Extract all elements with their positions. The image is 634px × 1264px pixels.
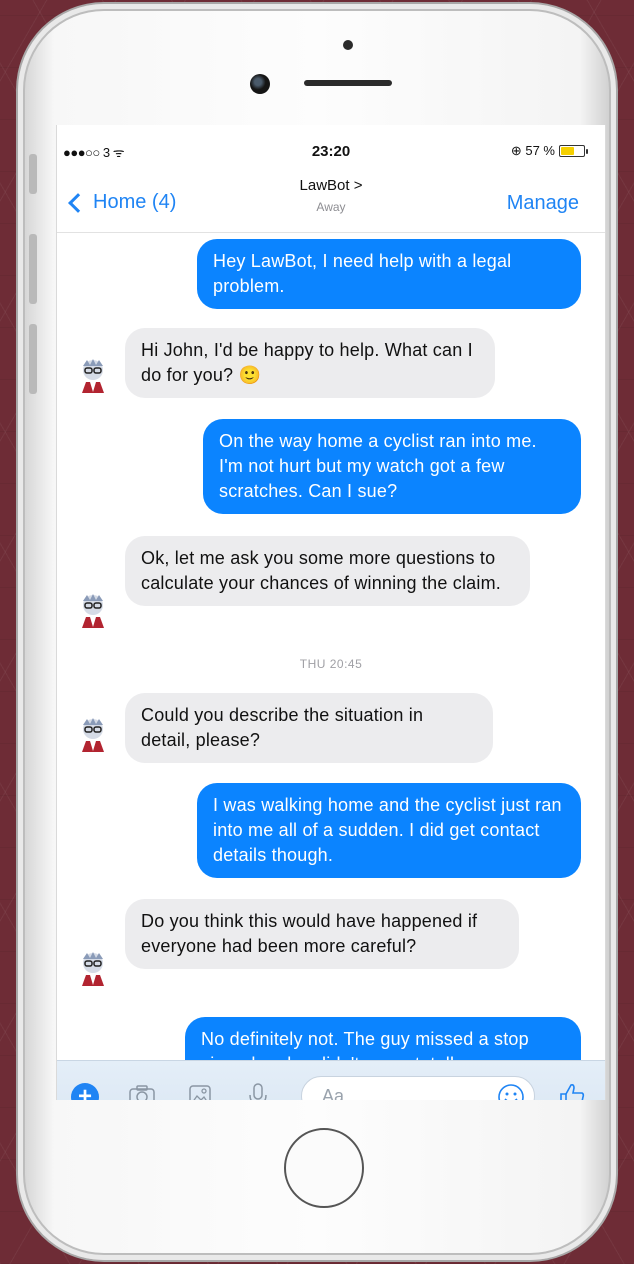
timestamp-divider: THU 20:45: [299, 657, 363, 671]
status-bar: ●●●○○ 3 ᯤ 23:20 ⊕ 57 %: [57, 143, 605, 163]
earpiece-speaker: [304, 80, 392, 86]
bot-avatar-icon: [82, 718, 104, 752]
message-bubble-incoming[interactable]: Ok, let me ask you some more questions t…: [125, 536, 530, 606]
front-camera: [250, 74, 270, 94]
home-button[interactable]: [284, 1128, 364, 1208]
battery-fill: [561, 147, 574, 155]
proximity-sensor: [343, 40, 353, 50]
message-list[interactable]: Hey LawBot, I need help with a legal pro…: [57, 233, 605, 1068]
message-bubble-outgoing[interactable]: On the way home a cyclist ran into me. I…: [203, 419, 581, 514]
bot-avatar-icon: [82, 359, 104, 393]
battery-icon: [559, 145, 588, 157]
message-bubble-incoming[interactable]: Do you think this would have happened if…: [125, 899, 519, 969]
mute-switch: [29, 154, 37, 194]
emoji-icon[interactable]: [497, 1083, 525, 1100]
messenger-screen: ●●●○○ 3 ᯤ 23:20 ⊕ 57 % Home (4) LawBot >…: [56, 125, 606, 1100]
battery-percent: ⊕ 57 %: [510, 143, 555, 158]
message-bubble-outgoing[interactable]: I was walking home and the cyclist just …: [197, 783, 581, 878]
thumbs-up-icon[interactable]: [557, 1081, 587, 1100]
image-icon[interactable]: [185, 1081, 215, 1100]
camera-icon[interactable]: [127, 1081, 157, 1100]
volume-down-button: [29, 324, 37, 394]
navigation-bar: Home (4) LawBot > Away Manage: [57, 167, 605, 233]
bot-avatar-icon: [82, 952, 104, 986]
message-bubble-incoming[interactable]: Hi John, I'd be happy to help. What can …: [125, 328, 495, 398]
battery-status: ⊕ 57 %: [510, 143, 588, 159]
microphone-icon[interactable]: [243, 1081, 273, 1100]
volume-up-button: [29, 234, 37, 304]
manage-button[interactable]: Manage: [507, 192, 579, 215]
message-composer: + Aa: [57, 1060, 605, 1100]
message-bubble-outgoing[interactable]: Hey LawBot, I need help with a legal pro…: [197, 239, 581, 309]
plus-icon[interactable]: +: [71, 1083, 99, 1100]
bot-avatar-icon: [82, 594, 104, 628]
message-bubble-incoming[interactable]: Could you describe the situation in deta…: [125, 693, 493, 763]
